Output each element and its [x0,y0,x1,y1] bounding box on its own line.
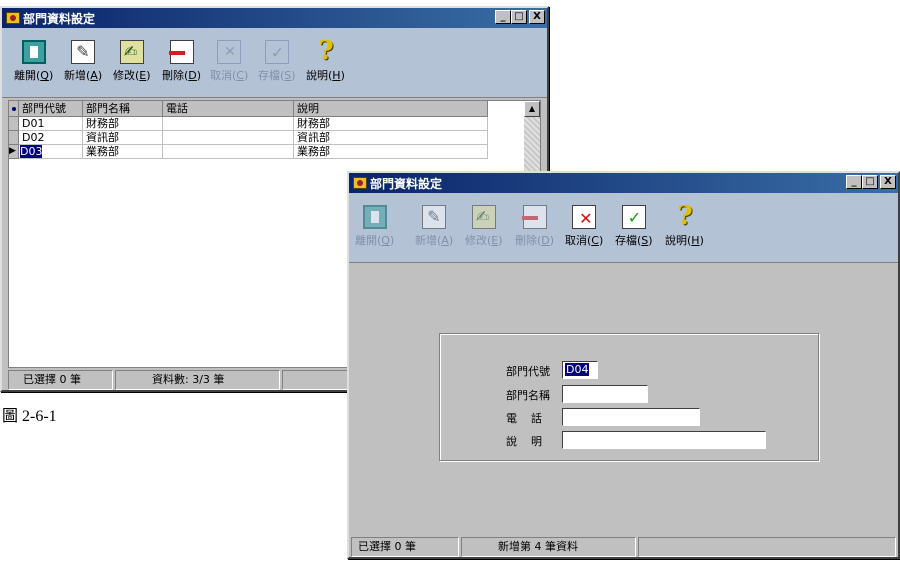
edit-document-icon [119,40,144,64]
exit-button[interactable]: 離開(Q) [14,40,53,83]
title-bar: 部門資料設定 _ □ X [2,8,547,28]
exit-door-icon [362,205,387,229]
table-cell[interactable]: 業務部 [294,145,488,159]
status-record-count: 資料數: 3/3 筆 [115,370,280,390]
table-cell[interactable]: 資訊部 [294,131,488,145]
minimize-button[interactable]: _ [495,10,511,24]
phone-label: 電 話 [506,412,542,425]
title-bar: 部門資料設定 _ □ X [349,173,898,193]
table-cell[interactable]: D03 [19,145,83,159]
edit-button[interactable]: 修改(E) [465,205,503,248]
name-label: 部門名稱 [506,389,550,402]
delete-button[interactable]: 刪除(D) [515,205,554,248]
exit-door-icon [21,40,46,64]
exit-button[interactable]: 離開(Q) [355,205,394,248]
department-form-group: 部門代號 D04 部門名稱 電 話 說 明 [439,333,819,461]
help-icon [313,36,337,66]
row-indicator[interactable] [9,117,19,131]
description-field[interactable] [562,431,766,449]
new-document-icon [71,40,96,64]
cancel-button[interactable]: 取消(C) [565,205,603,248]
column-header-code[interactable]: 部門代號 [19,101,83,117]
close-button[interactable]: X [880,175,896,189]
table-cell[interactable]: 財務部 [294,117,488,131]
row-indicator[interactable] [9,131,19,145]
description-label: 說 明 [506,435,542,448]
edit-document-icon [471,205,496,229]
toolbar: 離開(Q) 新增(A) 修改(E) 刪除(D) 取消(C) 存檔(S) 說明(H… [349,193,898,263]
phone-field[interactable] [562,408,700,426]
status-mode: 新增第 4 筆資料 [461,537,636,557]
save-icon [264,40,289,64]
minimize-button[interactable]: _ [846,175,862,189]
toolbar: 離開(Q) 新增(A) 修改(E) 刪除(D) 取消(C) 存檔(S) 說明(H… [2,28,547,98]
save-button[interactable]: 存檔(S) [258,40,296,83]
save-button[interactable]: 存檔(S) [615,205,653,248]
department-name-field[interactable] [562,385,648,403]
table-cell[interactable]: 財務部 [83,117,163,131]
window-title: 部門資料設定 [370,176,443,191]
code-label: 部門代號 [506,365,550,378]
delete-document-icon [168,40,194,64]
save-icon [621,205,646,229]
new-document-icon [422,205,447,229]
table-cell[interactable]: 資訊部 [83,131,163,145]
status-panel-empty [638,537,896,557]
selected-cell-text: D03 [20,145,43,158]
table-cell[interactable] [163,117,294,131]
help-button[interactable]: 說明(H) [306,36,345,83]
status-selected: 已選擇 0 筆 [8,370,113,390]
delete-document-icon [521,205,547,229]
cancel-icon [217,40,242,64]
window-title: 部門資料設定 [23,11,96,26]
status-selected: 已選擇 0 筆 [351,537,459,557]
status-bar: 已選擇 0 筆 新增第 4 筆資料 [351,537,896,557]
department-code-field[interactable]: D04 [562,361,598,379]
current-row-indicator[interactable]: ▶ [9,145,19,159]
cancel-button[interactable]: 取消(C) [210,40,248,83]
edit-button[interactable]: 修改(E) [113,40,151,83]
delete-button[interactable]: 刪除(D) [162,40,201,83]
maximize-button[interactable]: □ [862,175,878,189]
column-header-phone[interactable]: 電話 [163,101,294,117]
help-button[interactable]: 說明(H) [665,201,704,248]
cancel-icon [572,205,597,229]
column-header-description[interactable]: 說明 [294,101,488,117]
table-cell[interactable]: 業務部 [83,145,163,159]
add-button[interactable]: 新增(A) [415,205,453,248]
department-settings-window-form: 部門資料設定 _ □ X 離開(Q) 新增(A) 修改(E) 刪除(D) 取消(… [347,171,900,559]
close-button[interactable]: X [529,10,545,24]
maximize-button[interactable]: □ [511,10,527,24]
app-icon [353,177,367,189]
table-cell[interactable] [163,145,294,159]
table-cell[interactable]: D01 [19,117,83,131]
figure-caption: 圖 2-6-1 [2,408,57,425]
add-button[interactable]: 新增(A) [64,40,102,83]
help-icon [672,201,696,231]
table-cell[interactable] [163,131,294,145]
column-header-name[interactable]: 部門名稱 [83,101,163,117]
table-cell[interactable]: D02 [19,131,83,145]
scroll-up-arrow-icon[interactable]: ▲ [524,101,540,117]
app-icon [6,12,20,24]
grid-corner [9,101,19,117]
